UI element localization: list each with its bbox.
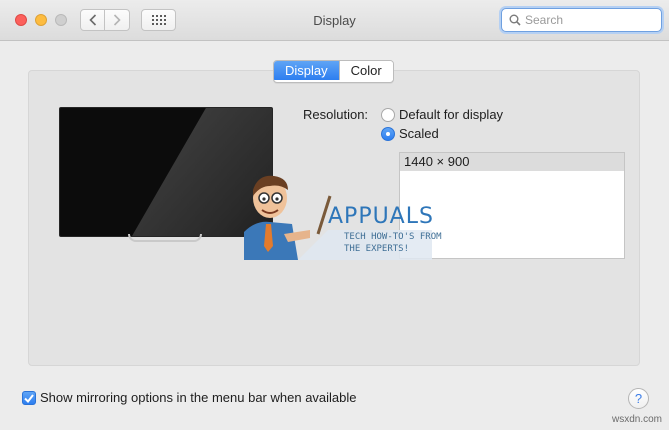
watermark-tagline-2: THE EXPERTS!: [344, 244, 410, 254]
mirroring-checkbox[interactable]: [22, 391, 36, 405]
credit-text: wsxdn.com: [612, 414, 663, 425]
search-input[interactable]: [525, 12, 655, 28]
search-icon: [509, 14, 521, 26]
scaled-label[interactable]: Scaled: [399, 126, 439, 141]
search-field[interactable]: [501, 8, 662, 32]
scaled-radio[interactable]: [381, 127, 395, 141]
watermark-title: APPUALS: [328, 204, 434, 229]
mirroring-checkbox-label[interactable]: Show mirroring options in the menu bar w…: [40, 390, 357, 405]
default-for-display-label[interactable]: Default for display: [399, 107, 503, 122]
watermark-tagline-1: TECH HOW-TO'S FROM: [344, 232, 442, 242]
resolution-label: Resolution:: [303, 107, 369, 122]
tab-bar: Display Color: [273, 60, 394, 83]
default-for-display-radio[interactable]: [381, 108, 395, 122]
title-bar: Display: [0, 0, 669, 41]
tab-display[interactable]: Display: [274, 61, 339, 80]
help-button[interactable]: ?: [628, 388, 649, 409]
display-stand: [128, 234, 202, 242]
list-item[interactable]: 1440 × 900: [400, 153, 624, 171]
tab-color[interactable]: Color: [338, 61, 393, 80]
checkmark-icon: [24, 393, 34, 403]
